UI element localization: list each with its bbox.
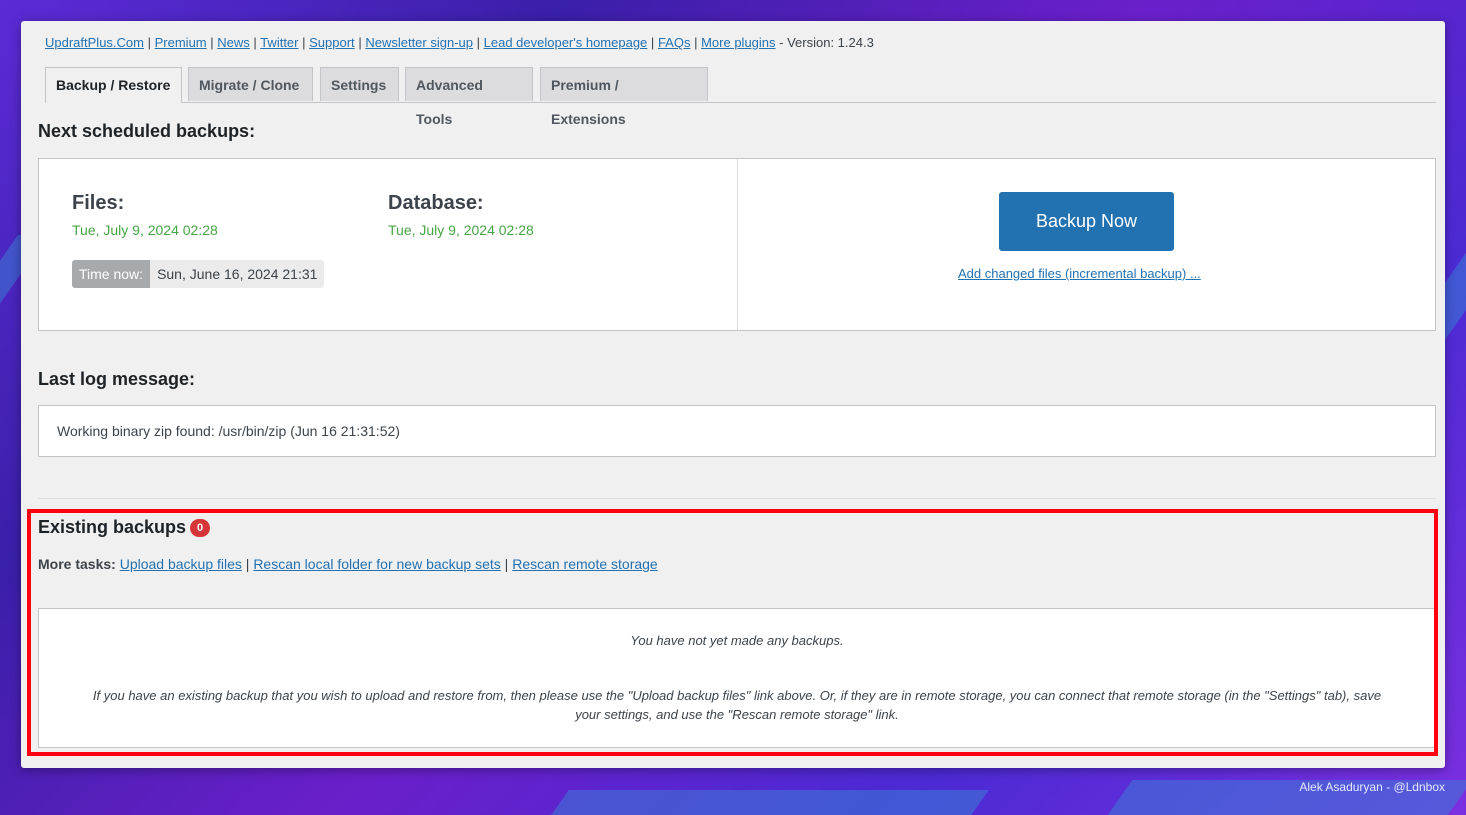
more-tasks: More tasks: Upload backup files | Rescan… xyxy=(38,556,658,572)
database-next-date: Tue, July 9, 2024 02:28 xyxy=(388,222,534,238)
tab-advanced-tools[interactable]: Advanced Tools xyxy=(405,67,533,127)
link-support[interactable]: Support xyxy=(309,35,355,50)
scheduled-panel: Files: Tue, July 9, 2024 02:28 Database:… xyxy=(38,158,1436,331)
link-lead-developer[interactable]: Lead developer's homepage xyxy=(484,35,648,50)
files-label: Files: xyxy=(72,192,125,214)
existing-backups-title: Existing backups xyxy=(38,517,187,537)
panel-divider xyxy=(737,159,738,330)
no-backups-message: You have not yet made any backups. xyxy=(630,633,844,648)
link-news[interactable]: News xyxy=(217,35,250,50)
time-now-value: Sun, June 16, 2024 21:31 xyxy=(150,260,325,288)
log-heading: Last log message: xyxy=(38,369,196,389)
link-newsletter[interactable]: Newsletter sign-up xyxy=(365,35,473,50)
files-next-date: Tue, July 9, 2024 02:28 xyxy=(72,222,218,238)
database-label: Database: xyxy=(388,192,484,214)
link-updraftplus[interactable]: UpdraftPlus.Com xyxy=(45,35,144,50)
log-message: Working binary zip found: /usr/bin/zip (… xyxy=(57,423,400,439)
scheduled-heading: Next scheduled backups: xyxy=(38,121,256,141)
link-more-plugins[interactable]: More plugins xyxy=(701,35,775,50)
link-faqs[interactable]: FAQs xyxy=(658,35,691,50)
time-now-label: Time now: xyxy=(72,260,151,288)
plugin-window: UpdraftPlus.Com | Premium | News | Twitt… xyxy=(21,21,1445,768)
log-panel: Working binary zip found: /usr/bin/zip (… xyxy=(38,405,1436,457)
rescan-remote-link[interactable]: Rescan remote storage xyxy=(512,556,658,572)
existing-backups-panel: You have not yet made any backups. If yo… xyxy=(38,608,1436,748)
more-tasks-label: More tasks: xyxy=(38,556,116,572)
incremental-backup-link[interactable]: Add changed files (incremental backup) .… xyxy=(958,266,1201,281)
time-now-indicator: Time now: Sun, June 16, 2024 21:31 xyxy=(72,260,325,288)
tab-premium-extensions[interactable]: Premium / Extensions xyxy=(540,67,708,127)
upload-backup-files-link[interactable]: Upload backup files xyxy=(120,556,242,572)
tab-migrate-clone[interactable]: Migrate / Clone xyxy=(188,67,313,101)
tab-backup-restore[interactable]: Backup / Restore xyxy=(45,67,182,103)
no-backups-help: If you have an existing backup that you … xyxy=(92,688,1382,722)
tab-settings[interactable]: Settings xyxy=(320,67,399,101)
version-text: - Version: 1.24.3 xyxy=(779,35,874,50)
section-divider xyxy=(38,498,1436,499)
backup-count-badge: 0 xyxy=(190,519,211,537)
link-twitter[interactable]: Twitter xyxy=(260,35,298,50)
plugin-top-links: UpdraftPlus.Com | Premium | News | Twitt… xyxy=(45,35,874,50)
rescan-local-link[interactable]: Rescan local folder for new backup sets xyxy=(253,556,500,572)
existing-backups-heading: Existing backups 0 xyxy=(38,517,211,538)
tab-bar: Backup / Restore Migrate / Clone Setting… xyxy=(45,67,1436,127)
backup-now-button[interactable]: Backup Now xyxy=(999,192,1174,251)
background-stripe xyxy=(551,790,989,815)
author-credit: Alek Asaduryan - @Ldnbox xyxy=(1299,780,1445,794)
link-premium[interactable]: Premium xyxy=(155,35,207,50)
